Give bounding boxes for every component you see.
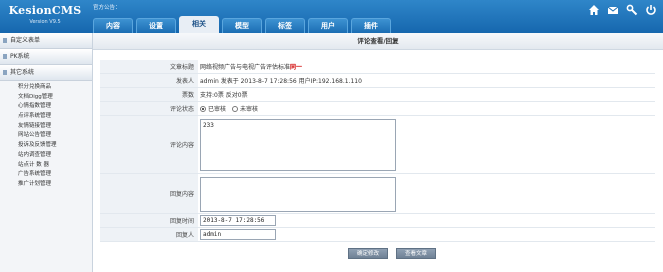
status-option-approved[interactable]: 已审核 [208, 104, 226, 113]
sidebar-section-forms[interactable]: 自定义表单 [0, 33, 92, 49]
top-header: KesionCMS Version V9.5 官方公告： 内容 设置 相关 模型… [0, 0, 663, 33]
notice-label: 官方公告： [93, 5, 121, 11]
tools-icon[interactable] [626, 4, 638, 16]
sidebar-item[interactable]: 广告系统管理 [0, 170, 92, 180]
page-title: 评论查看/回复 [93, 33, 663, 50]
status-radio-approved[interactable] [200, 105, 206, 112]
status-option-pending[interactable]: 未审核 [240, 104, 258, 113]
article-title-label: 文章标题 [100, 60, 198, 73]
sidebar-item[interactable]: 网站公告管理 [0, 131, 92, 141]
sidebar-section-pk[interactable]: PK系统 [0, 49, 92, 65]
tab-related[interactable]: 相关 [179, 16, 219, 33]
content-textarea[interactable]: 233 [200, 119, 396, 171]
sidebar-item[interactable]: 点评系统管理 [0, 112, 92, 122]
sidebar-item[interactable]: 站内调查管理 [0, 151, 92, 161]
reply-label: 回复内容 [100, 174, 198, 213]
article-title-row: 文章标题 网络视频广告与电视广告评估标准 同一 [100, 60, 655, 74]
reply-textarea[interactable] [200, 177, 396, 212]
sidebar-item[interactable]: 友情链接管理 [0, 122, 92, 132]
article-title-tag: 同一 [290, 64, 303, 71]
tab-users[interactable]: 用户 [308, 18, 348, 33]
logo: KesionCMS Version V9.5 [0, 0, 90, 33]
tab-tags[interactable]: 标签 [265, 18, 305, 33]
votes-value: 支持:0票 反对0票 [200, 92, 248, 99]
main-tabs: 内容 设置 相关 模型 标签 用户 插件 [93, 16, 394, 33]
article-title-link[interactable]: 网络视频广告与电视广告评估标准 [200, 62, 290, 71]
status-row: 评论状态 已审核 未审核 [100, 102, 655, 116]
view-article-button[interactable]: 查看文章 [396, 248, 436, 259]
replier-label: 回复人 [100, 228, 198, 241]
header-icons [588, 4, 657, 16]
logout-icon[interactable] [645, 4, 657, 16]
sidebar-item[interactable]: 推广计划管理 [0, 180, 92, 190]
replier-row: 回复人 admin [100, 228, 655, 242]
sidebar-item[interactable]: 心情指数管理 [0, 102, 92, 112]
sidebar-item[interactable]: 文档Digg管理 [0, 93, 92, 103]
sidebar-section-other[interactable]: 其它系统 [0, 65, 92, 81]
sidebar: 自定义表单 PK系统 其它系统 积分兑换商品 文档Digg管理 心情指数管理 点… [0, 33, 93, 272]
reply-time-input[interactable]: 2013-8-7 17:28:56 [200, 215, 276, 226]
reply-time-row: 回复时间 2013-8-7 17:28:56 [100, 214, 655, 228]
content-row: 评论内容 233 [100, 116, 655, 174]
tab-settings[interactable]: 设置 [136, 18, 176, 33]
status-label: 评论状态 [100, 102, 198, 115]
votes-label: 票数 [100, 88, 198, 101]
votes-row: 票数 支持:0票 反对0票 [100, 88, 655, 102]
sidebar-menu: 积分兑换商品 文档Digg管理 心情指数管理 点评系统管理 友情链接管理 网站公… [0, 81, 92, 190]
logo-name: KesionCMS [8, 4, 82, 17]
confirm-edit-button[interactable]: 确定修改 [348, 248, 388, 259]
publisher-value: admin 发表于 2013-8-7 17:28:56 用户IP:192.168… [200, 78, 362, 85]
tab-model[interactable]: 模型 [222, 18, 262, 33]
status-options: 已审核 未审核 [200, 102, 258, 115]
reply-time-label: 回复时间 [100, 214, 198, 227]
tab-plugins[interactable]: 插件 [351, 18, 391, 33]
status-radio-pending[interactable] [232, 105, 239, 112]
home-icon[interactable] [588, 4, 600, 16]
publisher-row: 发表人 admin 发表于 2013-8-7 17:28:56 用户IP:192… [100, 74, 655, 88]
sidebar-item[interactable]: 站点计 数 器 [0, 161, 92, 171]
replier-input[interactable]: admin [200, 229, 276, 240]
publisher-label: 发表人 [100, 74, 198, 87]
main-panel: 评论查看/回复 文章标题 网络视频广告与电视广告评估标准 同一 发表人 admi… [93, 33, 663, 272]
tab-content[interactable]: 内容 [93, 18, 133, 33]
mail-icon[interactable] [607, 4, 619, 16]
form-buttons: 确定修改 查看文章 [348, 248, 436, 259]
article-title-value: 网络视频广告与电视广告评估标准 同一 [200, 60, 302, 73]
reply-row: 回复内容 [100, 174, 655, 214]
sidebar-item[interactable]: 投诉及反馈管理 [0, 141, 92, 151]
logo-version: Version V9.5 [29, 19, 61, 25]
content-label: 评论内容 [100, 116, 198, 173]
sidebar-item[interactable]: 积分兑换商品 [0, 83, 92, 93]
